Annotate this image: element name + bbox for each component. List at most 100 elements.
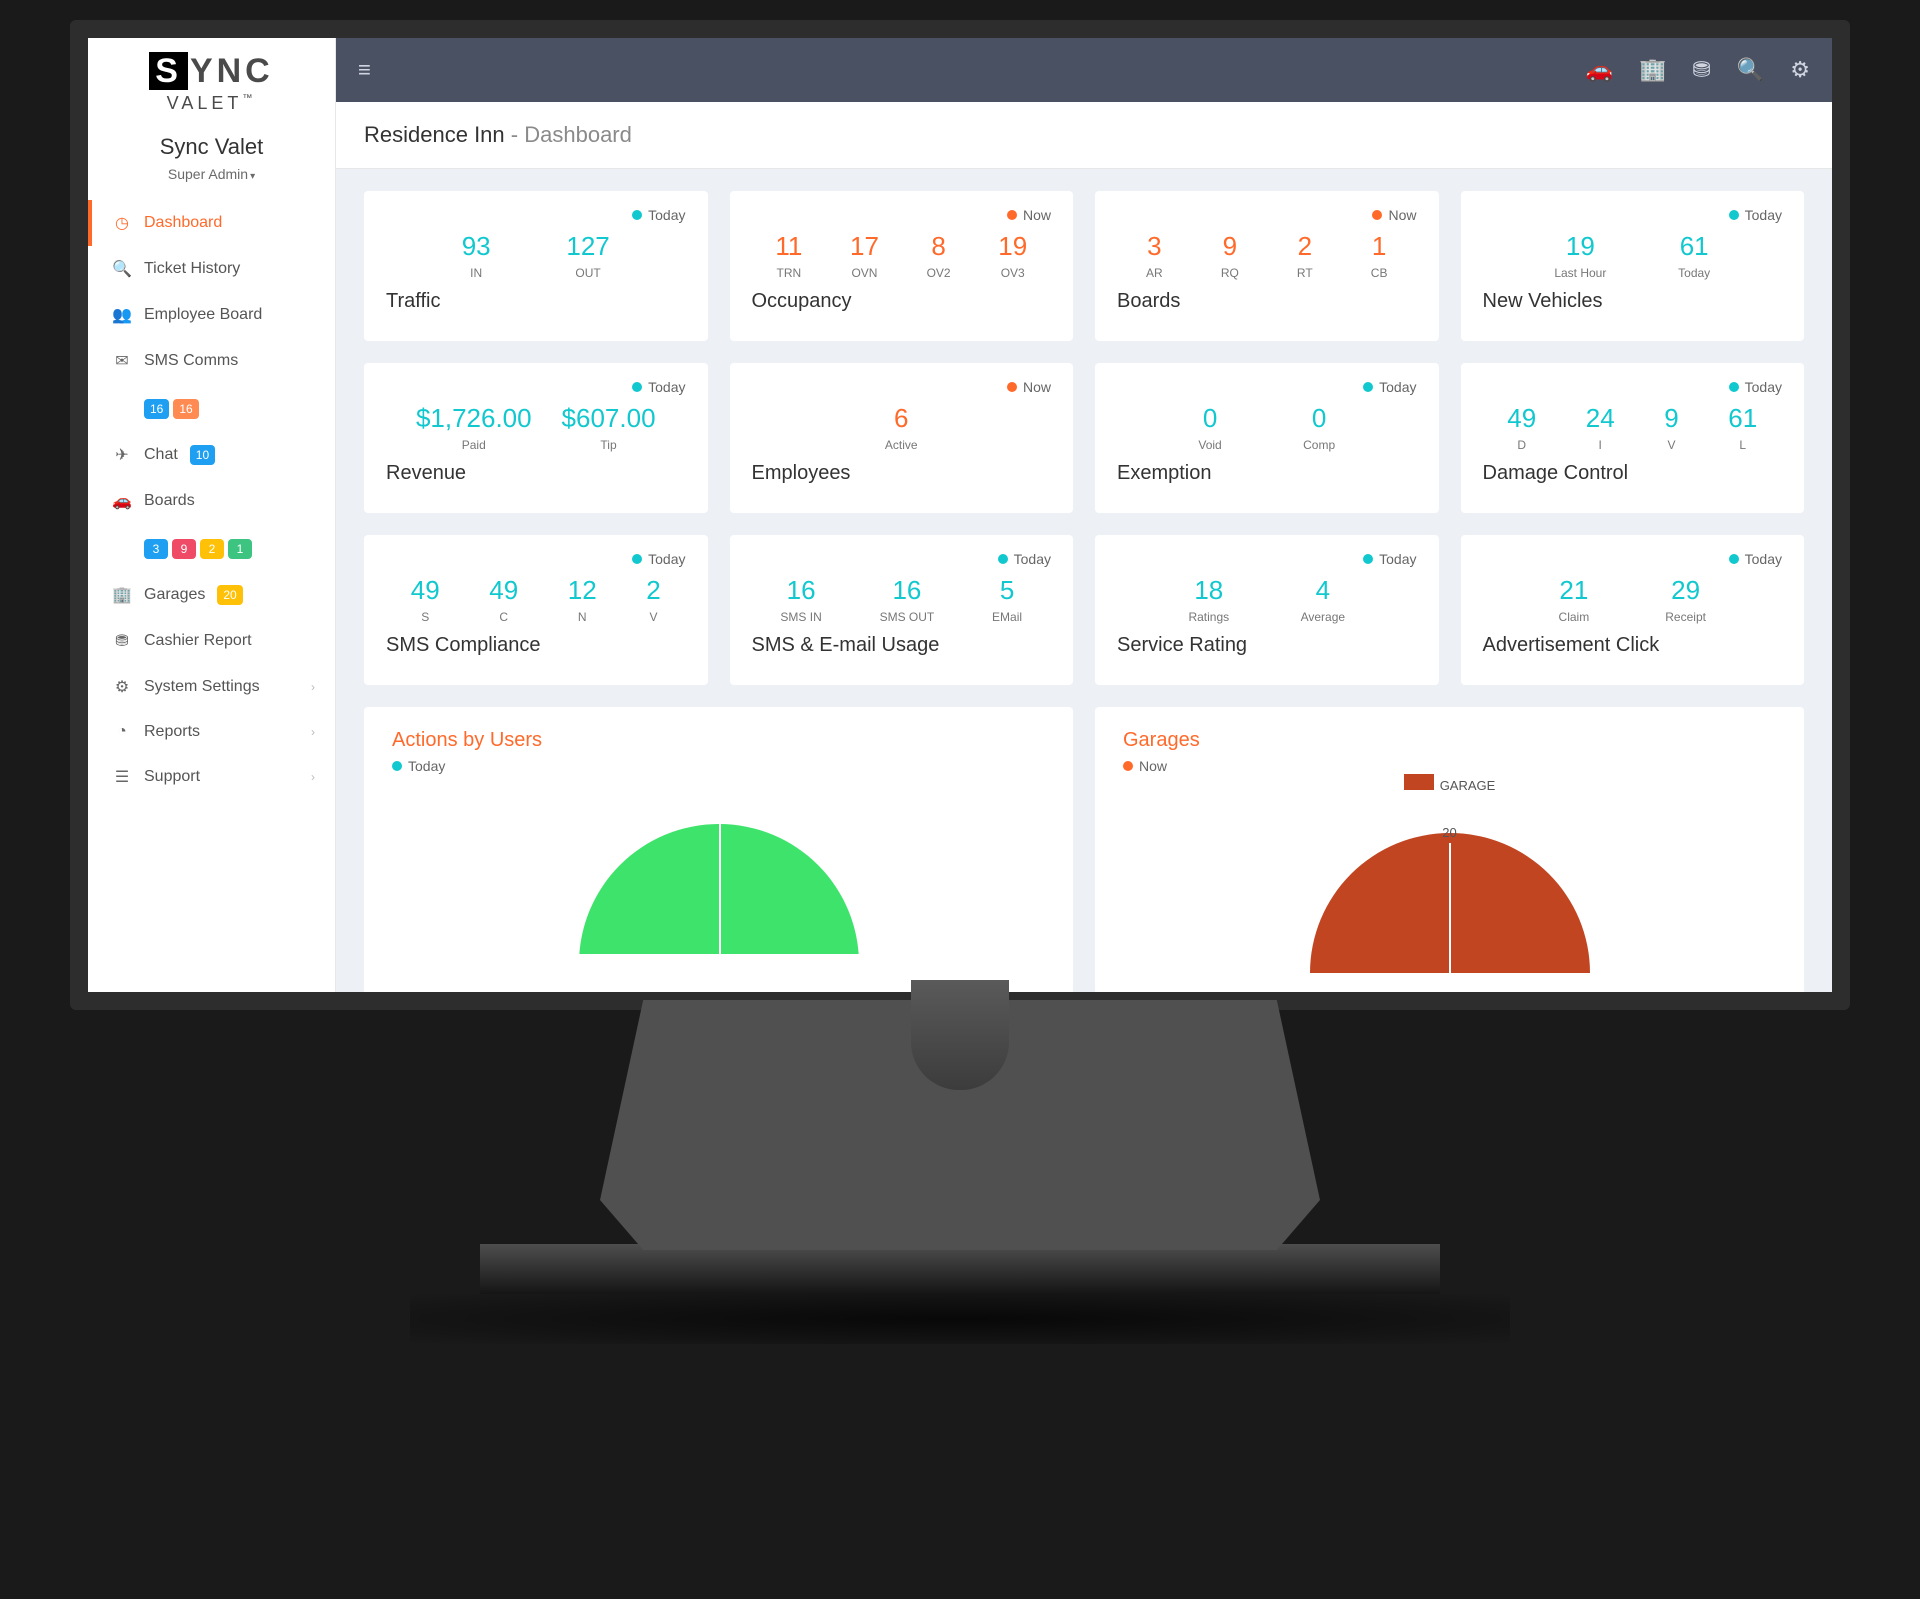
gauge-icon: ◷ — [112, 213, 132, 233]
settings-icon[interactable]: ⚙ — [1790, 57, 1810, 83]
nav-ticket-history[interactable]: 🔍 Ticket History — [88, 246, 335, 292]
chart-title: Actions by Users — [392, 729, 1045, 752]
card-title: Service Rating — [1117, 634, 1417, 657]
card-exemption[interactable]: Today 0Void 0Comp Exemption — [1095, 363, 1439, 513]
badge: 10 — [190, 445, 215, 465]
dot-icon — [632, 210, 642, 220]
nav-garages[interactable]: 🏢 Garages 20 — [88, 572, 335, 618]
chart-garages[interactable]: Garages Now GARAGE 20 — [1095, 707, 1804, 992]
clock-icon: ◔ — [112, 723, 132, 741]
card-title: Exemption — [1117, 462, 1417, 485]
card-revenue[interactable]: Today $1,726.00Paid $607.00Tip Revenue — [364, 363, 708, 513]
nav-dashboard[interactable]: ◷ Dashboard — [88, 200, 335, 246]
card-title: New Vehicles — [1483, 290, 1783, 313]
badge: 9 — [172, 539, 196, 559]
dot-icon — [1123, 761, 1133, 771]
dot-icon — [998, 554, 1008, 564]
nav-label: Support — [144, 768, 200, 786]
card-boards[interactable]: Now 3AR 9RQ 2RT 1CB Boards — [1095, 191, 1439, 341]
badge: 20 — [217, 585, 242, 605]
dot-icon — [1007, 382, 1017, 392]
nav-boards[interactable]: 🚗 Boards 3 9 2 1 — [88, 478, 335, 572]
nav-sms-comms[interactable]: ✉ SMS Comms 16 16 — [88, 338, 335, 432]
search-icon[interactable]: 🔍 — [1737, 57, 1764, 83]
mail-icon: ✉ — [112, 351, 132, 371]
nav-label: Reports — [144, 723, 200, 741]
nav-label: Garages — [144, 586, 205, 604]
card-title: SMS Compliance — [386, 634, 686, 657]
gauge-chart: 20 — [1123, 793, 1776, 973]
dot-icon — [632, 382, 642, 392]
card-title: Occupancy — [752, 290, 1052, 313]
card-title: Advertisement Click — [1483, 634, 1783, 657]
dot-icon — [632, 554, 642, 564]
monitor-stand — [70, 1010, 1850, 1344]
dot-icon — [1729, 382, 1739, 392]
dot-icon — [1372, 210, 1382, 220]
pie-chart — [392, 774, 1045, 954]
brand-name: Sync Valet — [88, 134, 335, 160]
topbar: ≡ 🚗 🏢 ⛃ 🔍 ⚙ — [336, 38, 1832, 102]
search-icon: 🔍 — [112, 259, 132, 279]
role-dropdown[interactable]: Super Admin▾ — [88, 166, 335, 182]
nav-support[interactable]: ☰ Support › — [88, 754, 335, 800]
card-damage-control[interactable]: Today 49D 24I 9V 61L Damage Control — [1461, 363, 1805, 513]
support-icon: ☰ — [112, 767, 132, 787]
nav: ◷ Dashboard 🔍 Ticket History 👥 Employee … — [88, 200, 335, 800]
card-title: SMS & E-mail Usage — [752, 634, 1052, 657]
dashboard-content: Today 93IN 127OUT Traffic Now 11TRN — [336, 169, 1832, 992]
card-new-vehicles[interactable]: Today 19Last Hour 61Today New Vehicles — [1461, 191, 1805, 341]
chart-legend: GARAGE — [1123, 774, 1776, 793]
card-employees[interactable]: Now 6Active Employees — [730, 363, 1074, 513]
card-title: Traffic — [386, 290, 686, 313]
chevron-right-icon: › — [311, 770, 315, 784]
car-icon[interactable]: 🚗 — [1586, 57, 1613, 83]
nav-chat[interactable]: ✈ Chat 10 — [88, 432, 335, 478]
badge: 16 — [144, 399, 169, 419]
card-title: Damage Control — [1483, 462, 1783, 485]
card-sms-compliance[interactable]: Today 49S 49C 12N 2V SMS Compliance — [364, 535, 708, 685]
dot-icon — [1729, 554, 1739, 564]
card-occupancy[interactable]: Now 11TRN 17OVN 8OV2 19OV3 Occupancy — [730, 191, 1074, 341]
send-icon: ✈ — [112, 445, 132, 465]
money-icon: ⛃ — [112, 631, 132, 651]
chevron-right-icon: › — [311, 680, 315, 694]
users-icon: 👥 — [112, 305, 132, 325]
card-sms-email-usage[interactable]: Today 16SMS IN 16SMS OUT 5EMail SMS & E-… — [730, 535, 1074, 685]
nav-cashier-report[interactable]: ⛃ Cashier Report — [88, 618, 335, 664]
caret-down-icon: ▾ — [250, 171, 255, 182]
nav-label: Chat — [144, 446, 178, 464]
chevron-right-icon: › — [311, 725, 315, 739]
car-icon: 🚗 — [112, 491, 132, 511]
badge: 16 — [173, 399, 198, 419]
card-title: Employees — [752, 462, 1052, 485]
nav-label: Boards — [144, 492, 195, 510]
nav-label: Cashier Report — [144, 632, 252, 650]
gear-icon: ⚙ — [112, 677, 132, 697]
chart-actions-by-users[interactable]: Actions by Users Today — [364, 707, 1073, 992]
sidebar: SYNC VALET™ Sync Valet Super Admin▾ ◷ Da… — [88, 38, 336, 992]
dot-icon — [1007, 210, 1017, 220]
chart-title: Garages — [1123, 729, 1776, 752]
dot-icon — [392, 761, 402, 771]
garage-icon[interactable]: 🏢 — [1639, 57, 1666, 83]
menu-toggle-icon[interactable]: ≡ — [358, 57, 371, 83]
nav-label: Dashboard — [144, 214, 222, 232]
badge: 3 — [144, 539, 168, 559]
nav-reports[interactable]: ◔ Reports › — [88, 710, 335, 754]
garage-icon: 🏢 — [112, 585, 132, 605]
dot-icon — [1729, 210, 1739, 220]
card-traffic[interactable]: Today 93IN 127OUT Traffic — [364, 191, 708, 341]
dot-icon — [1363, 554, 1373, 564]
nav-label: Ticket History — [144, 260, 240, 278]
nav-employee-board[interactable]: 👥 Employee Board — [88, 292, 335, 338]
nav-label: Employee Board — [144, 306, 262, 324]
brand-logo: SYNC VALET™ — [88, 38, 335, 120]
card-service-rating[interactable]: Today 18Ratings 4Average Service Rating — [1095, 535, 1439, 685]
dot-icon — [1363, 382, 1373, 392]
money-icon[interactable]: ⛃ — [1692, 57, 1710, 83]
card-ad-click[interactable]: Today 21Claim 29Receipt Advertisement Cl… — [1461, 535, 1805, 685]
nav-label: System Settings — [144, 678, 260, 696]
nav-system-settings[interactable]: ⚙ System Settings › — [88, 664, 335, 710]
badge: 1 — [228, 539, 252, 559]
